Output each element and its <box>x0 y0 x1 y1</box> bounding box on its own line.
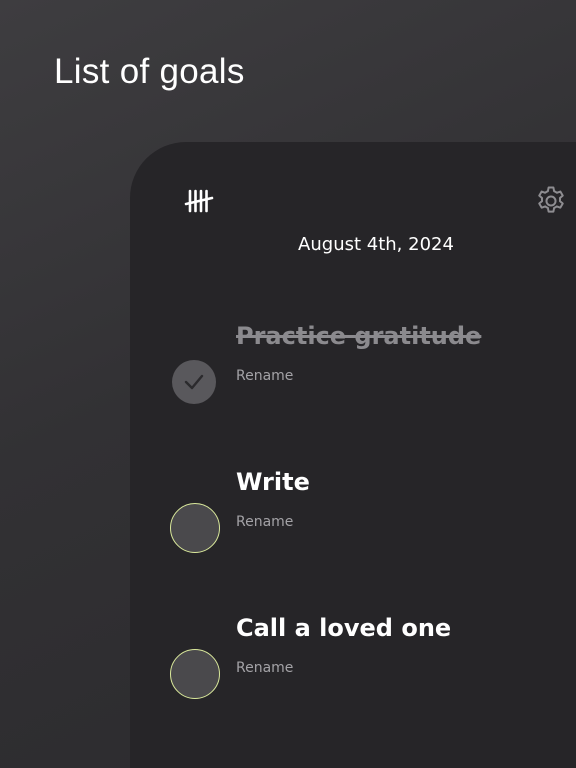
goal-item: Write Rename <box>130 468 576 578</box>
goal-item: Call a loved one Rename <box>130 614 576 724</box>
current-date: August 4th, 2024 <box>298 234 454 255</box>
goals-panel: August 4th, 2024 Practice gratitude Rena… <box>130 142 576 768</box>
checkmark-icon <box>184 374 204 390</box>
goal-title: Practice gratitude <box>236 322 482 350</box>
goal-title: Write <box>236 468 310 496</box>
goal-checkbox[interactable] <box>170 503 220 553</box>
tally-marks-icon <box>184 189 214 213</box>
page-title: List of goals <box>54 52 245 91</box>
goal-item: Practice gratitude Rename <box>130 322 576 432</box>
rename-link[interactable]: Rename <box>236 660 293 676</box>
goal-title: Call a loved one <box>236 614 452 642</box>
rename-link[interactable]: Rename <box>236 514 293 530</box>
gear-icon[interactable] <box>534 184 568 218</box>
rename-link[interactable]: Rename <box>236 368 293 384</box>
goal-checkbox-completed[interactable] <box>172 360 216 404</box>
goal-title-partial <box>236 762 316 768</box>
goal-checkbox[interactable] <box>170 649 220 699</box>
goal-item-partial <box>236 756 316 768</box>
